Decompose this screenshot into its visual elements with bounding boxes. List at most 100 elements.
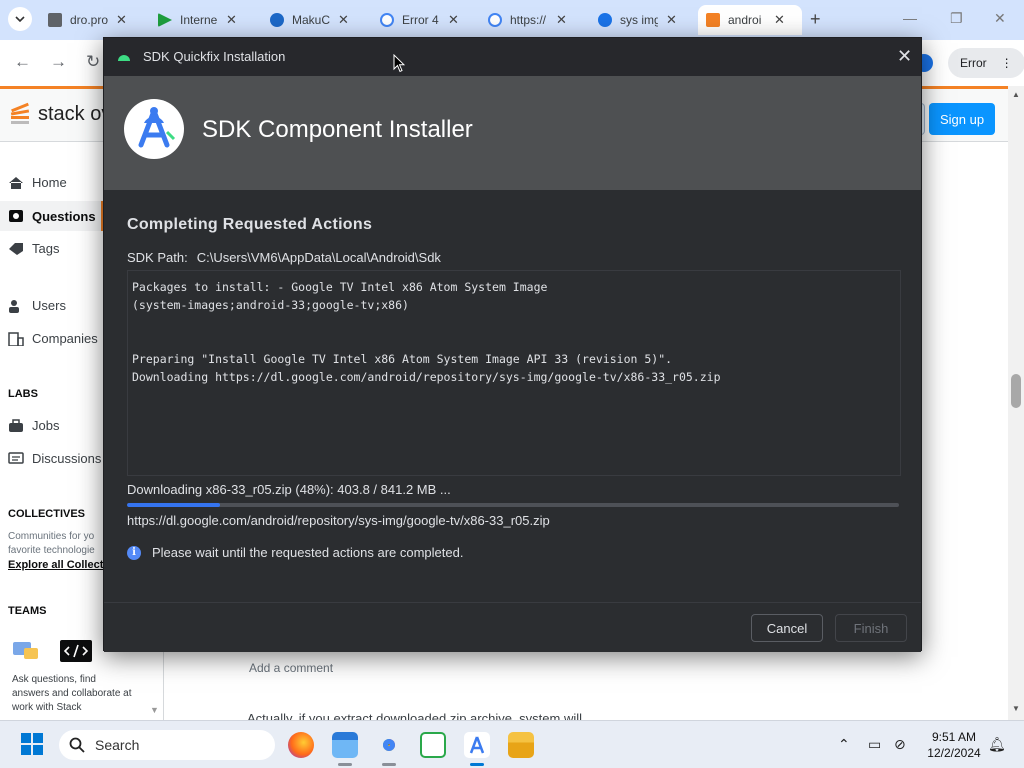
- search-placeholder: Search: [95, 737, 140, 753]
- close-window-icon[interactable]: ✕: [994, 10, 1006, 27]
- browser-tab[interactable]: MakuC ✕: [262, 5, 370, 35]
- sidebar-item-jobs[interactable]: Jobs: [8, 418, 59, 433]
- tab-close-icon[interactable]: ✕: [666, 12, 677, 28]
- browser-tab[interactable]: dro.pro ✕: [40, 5, 152, 35]
- kebab-menu-icon[interactable]: ⋮: [1001, 56, 1013, 70]
- wait-notice: i Please wait until the requested action…: [127, 545, 463, 560]
- search-icon: [598, 13, 612, 27]
- browser-tab[interactable]: https:// ✕: [480, 5, 588, 35]
- tab-close-icon[interactable]: ✕: [774, 12, 785, 28]
- download-progress-bar: [127, 503, 899, 507]
- google-icon: [380, 13, 394, 27]
- sidebar-item-label: Users: [32, 298, 66, 313]
- sidebar-item-companies[interactable]: Companies: [8, 331, 98, 346]
- cancel-button[interactable]: Cancel: [751, 614, 823, 642]
- network-icon[interactable]: ▭: [868, 736, 881, 753]
- app-active-indicator: [470, 763, 484, 766]
- sidebar-item-label: Discussions: [32, 451, 102, 466]
- dialog-titlebar[interactable]: SDK Quickfix Installation ✕: [104, 38, 921, 76]
- tab-close-icon[interactable]: ✕: [338, 12, 349, 28]
- stackoverflow-logo-icon: [8, 101, 34, 127]
- tab-search-button[interactable]: [8, 7, 32, 31]
- sidebar-item-users[interactable]: Users: [8, 298, 66, 313]
- browser-tab[interactable]: Interne ✕: [150, 5, 258, 35]
- explore-collectives-link[interactable]: Explore all Collecti: [8, 559, 104, 571]
- vscode-like-icon[interactable]: [420, 732, 446, 758]
- add-comment-link[interactable]: Add a comment: [249, 661, 333, 675]
- mouse-cursor-icon: [393, 54, 405, 73]
- browser-tab[interactable]: Error 4 ✕: [372, 5, 480, 35]
- sidebar-item-label: Companies: [32, 331, 98, 346]
- collectives-text-line: favorite technologie: [8, 545, 95, 556]
- file-explorer-icon[interactable]: [332, 732, 358, 758]
- reload-icon[interactable]: ↻: [86, 52, 100, 72]
- companies-icon: [8, 331, 24, 346]
- tab-close-icon[interactable]: ✕: [556, 12, 567, 28]
- back-arrow-icon[interactable]: ←: [14, 52, 31, 72]
- firefox-icon[interactable]: [288, 732, 314, 758]
- taskbar-search[interactable]: Search: [59, 730, 275, 760]
- finish-button[interactable]: Finish: [835, 614, 907, 642]
- folder-icon[interactable]: [508, 732, 534, 758]
- notification-bell-icon[interactable]: 🔔︎: [988, 736, 1006, 753]
- teams-heading: TEAMS: [8, 605, 47, 617]
- tab-favicon-icon: [48, 13, 62, 27]
- tab-close-icon[interactable]: ✕: [226, 12, 237, 28]
- progress-fill: [127, 503, 220, 507]
- android-studio-taskbar-icon[interactable]: [464, 732, 490, 758]
- tab-label: androi: [728, 13, 762, 27]
- forward-arrow-icon[interactable]: →: [50, 52, 67, 72]
- sidebar-item-label: Tags: [32, 241, 60, 256]
- tab-close-icon[interactable]: ✕: [116, 12, 127, 28]
- new-tab-button[interactable]: +: [810, 9, 821, 30]
- minimize-icon[interactable]: —: [903, 10, 917, 26]
- progress-url: https://dl.google.com/android/repository…: [127, 513, 550, 528]
- system-clock[interactable]: 9:51 AM 12/2/2024: [924, 729, 984, 761]
- android-head-icon: [118, 55, 130, 61]
- sidebar-item-home[interactable]: Home: [8, 175, 67, 190]
- volume-muted-icon[interactable]: ⊘: [894, 736, 906, 753]
- app-running-indicator: [338, 763, 352, 766]
- sidebar-item-label: Questions: [32, 208, 96, 224]
- scrollbar-thumb[interactable]: [1011, 374, 1021, 408]
- sidebar-scroll-down-icon[interactable]: ▼: [150, 705, 159, 715]
- profile-error-chip[interactable]: Error ⋮: [948, 48, 1024, 78]
- clock-date: 12/2/2024: [927, 746, 981, 760]
- answer-text-peek: Actually, if you extract downloaded zip …: [247, 711, 583, 720]
- collectives-text-line: Communities for yo: [8, 531, 95, 542]
- tab-favicon-icon: [158, 13, 172, 27]
- clock-time: 9:51 AM: [931, 730, 977, 744]
- browser-tab[interactable]: sys img ✕: [590, 5, 698, 35]
- windows-taskbar: Search ⌃ ▭ ⊘ 9:51 AM 12/2/2024 🔔︎: [0, 720, 1024, 768]
- restore-icon[interactable]: ❐: [950, 10, 963, 27]
- progress-label: Downloading x86-33_r05.zip (48%): 403.8 …: [127, 482, 451, 497]
- users-icon: [9, 299, 19, 313]
- section-heading: Completing Requested Actions: [127, 216, 373, 233]
- google-icon: [488, 13, 502, 27]
- windows-start-icon[interactable]: [21, 733, 43, 755]
- browser-tab-active[interactable]: androi ✕: [698, 5, 802, 35]
- page-scrollbar[interactable]: ▲ ▼: [1008, 86, 1024, 720]
- tab-close-icon[interactable]: ✕: [448, 12, 459, 28]
- tab-label: Error 4: [402, 13, 439, 27]
- dialog-close-icon[interactable]: ✕: [897, 46, 912, 67]
- dialog-footer: Cancel Finish: [104, 602, 921, 652]
- signup-button[interactable]: Sign up: [929, 103, 995, 135]
- installer-banner: SDK Component Installer: [104, 76, 921, 190]
- sidebar-item-questions[interactable]: Questions: [0, 201, 104, 231]
- tab-label: sys img: [620, 13, 658, 27]
- scroll-up-icon[interactable]: ▲: [1012, 90, 1020, 99]
- discussions-icon: [8, 451, 24, 464]
- sdk-path-row: SDK Path: C:\Users\VM6\AppData\Local\And…: [127, 250, 441, 265]
- chrome-icon[interactable]: [376, 732, 402, 758]
- sidebar-item-discussions[interactable]: Discussions: [8, 451, 101, 466]
- chevron-up-icon[interactable]: ⌃: [838, 736, 850, 753]
- scroll-down-icon[interactable]: ▼: [1012, 704, 1020, 713]
- tab-favicon-icon: [270, 13, 284, 27]
- tab-label: Interne: [180, 13, 218, 27]
- sidebar-item-tags[interactable]: Tags: [8, 241, 59, 256]
- collectives-heading: COLLECTIVES: [8, 508, 86, 520]
- install-log[interactable]: Packages to install: - Google TV Intel x…: [127, 270, 901, 476]
- android-studio-icon: [138, 107, 176, 148]
- sdk-path-value: C:\Users\VM6\AppData\Local\Android\Sdk: [196, 250, 441, 265]
